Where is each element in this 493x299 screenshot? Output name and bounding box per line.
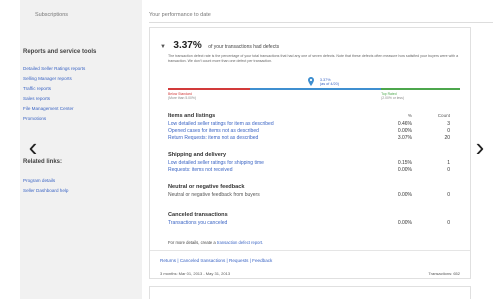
card-title[interactable]: ▼ 3.37% of your transactions had defects — [160, 35, 279, 53]
defect-row-count: 0 — [447, 192, 450, 198]
defect-row-link[interactable]: Low detailed seller ratings for item as … — [168, 121, 274, 127]
more-details-text: For more details, create a transaction d… — [168, 240, 263, 245]
chevron-left-icon[interactable]: ‹ — [24, 132, 42, 162]
collapse-chevron-icon[interactable]: ▼ — [160, 44, 166, 50]
transaction-total: Transactions: 652 — [428, 271, 460, 276]
defect-row-link[interactable]: Requests: items not received — [168, 167, 232, 173]
defect-row-link[interactable]: Return Requests: items not as described — [168, 135, 258, 141]
sidebar-link-selling-manager[interactable]: Selling Manager reports — [23, 76, 72, 81]
section-heading-canceled: Canceled transactions — [168, 212, 228, 218]
defect-row-percent: 3.07% — [397, 135, 412, 141]
more-details-prefix: For more details, create a — [168, 240, 216, 245]
top-rated-threshold: (2.00% or less) — [381, 96, 404, 100]
screenshot-stage: Subscriptions Reports and service tools … — [0, 0, 493, 299]
sidebar-link-traffic[interactable]: Traffic reports — [23, 86, 51, 91]
date-range: 3 months: Mar 01, 2013 - May 31, 2013 — [160, 271, 231, 276]
meter-left-label: Below Standard (More than 5.00%) — [168, 92, 196, 100]
defect-report-link[interactable]: transaction defect report. — [217, 240, 263, 245]
defect-row-percent: 0.00% — [397, 220, 412, 226]
defect-row-percent: 0.46% — [397, 121, 412, 127]
defect-row-count: 0 — [447, 220, 450, 226]
defect-row-count: 0 — [447, 128, 450, 134]
header-divider — [149, 22, 493, 23]
defect-rate-card: ▼ 3.37% of your transactions had defects… — [149, 27, 471, 279]
defect-rate-meter: 3.37% (as of 4/20) Below Standard (More … — [168, 76, 460, 104]
page-title: Your performance to date — [149, 12, 211, 18]
column-header-percent: % — [407, 113, 412, 118]
defect-row-count: 1 — [447, 160, 450, 166]
card-footer-divider — [150, 250, 470, 251]
defect-row-count: 0 — [447, 167, 450, 173]
meter-below-standard-segment — [168, 88, 250, 90]
sidebar-link-program-details[interactable]: Program details — [23, 178, 55, 183]
defect-row-count: 20 — [444, 135, 450, 141]
next-card-edge — [149, 286, 471, 299]
sidebar-section-reports: Reports and service tools — [23, 49, 97, 55]
defect-rate-value: 3.37% — [173, 40, 202, 51]
defect-row-text: Neutral or negative feedback from buyers — [168, 192, 260, 198]
defect-row-link[interactable]: Low detailed seller ratings for shipping… — [168, 160, 264, 166]
meter-top-rated-segment — [381, 88, 460, 90]
sidebar-link-sales[interactable]: Sales reports — [23, 96, 50, 101]
location-pin-icon — [308, 77, 315, 86]
sidebar-link-dashboard-help[interactable]: Seller Dashboard help — [23, 188, 68, 193]
sidebar-link-file-management[interactable]: File Management Center — [23, 106, 74, 111]
meter-value-label: 3.37% (as of 4/20) — [320, 78, 339, 87]
sidebar-link-dsr-reports[interactable]: Detailed Seller Ratings reports — [23, 66, 85, 71]
defect-row-link[interactable]: Opened cases for items not as described — [168, 128, 259, 134]
defect-row-percent: 0.00% — [397, 167, 412, 173]
defect-row-count: 3 — [447, 121, 450, 127]
main-content: Your performance to date ▼ 3.37% of your… — [145, 0, 493, 299]
defect-row-link[interactable]: Transactions you canceled — [168, 220, 227, 226]
defect-row-percent: 0.15% — [397, 160, 412, 166]
sidebar-link-promotions[interactable]: Promotions — [23, 116, 46, 121]
sidebar-item-subscriptions[interactable]: Subscriptions — [35, 12, 68, 18]
defect-row-percent: 0.00% — [397, 128, 412, 134]
section-heading-feedback: Neutral or negative feedback — [168, 184, 245, 190]
section-heading-shipping: Shipping and delivery — [168, 152, 227, 158]
defect-rate-description: The transaction defect rate is the perce… — [168, 54, 459, 63]
chevron-right-icon[interactable]: › — [471, 132, 489, 162]
meter-value-date: (as of 4/20) — [319, 82, 340, 87]
meter-right-label: Top Rated (2.00% or less) — [381, 92, 404, 100]
section-heading-items: Items and listings — [168, 113, 216, 119]
defect-row-percent: 0.00% — [397, 192, 412, 198]
defect-rate-caption: of your transactions had defects — [208, 44, 280, 50]
below-standard-threshold: (More than 5.00%) — [168, 96, 197, 100]
column-header-count: Count — [437, 113, 450, 118]
footer-links[interactable]: Returns | Canceled transactions | Reques… — [160, 258, 272, 263]
